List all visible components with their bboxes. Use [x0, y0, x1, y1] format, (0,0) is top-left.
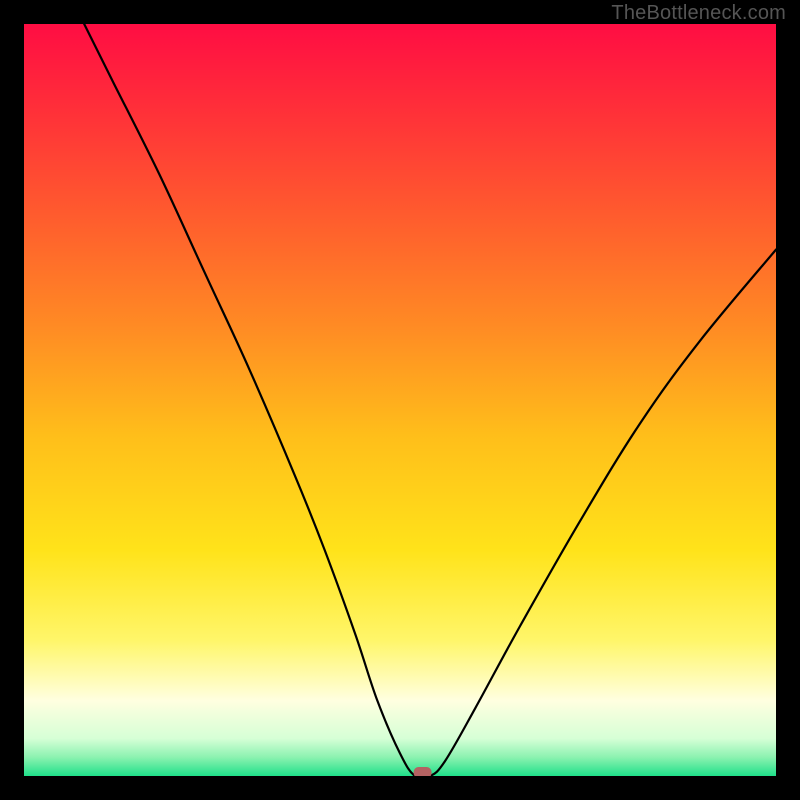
chart-svg: [24, 24, 776, 776]
optimal-marker: [414, 767, 432, 776]
gradient-rect: [24, 24, 776, 776]
plot-area: [24, 24, 776, 776]
chart-frame: TheBottleneck.com: [0, 0, 800, 800]
watermark-text: TheBottleneck.com: [611, 2, 786, 25]
